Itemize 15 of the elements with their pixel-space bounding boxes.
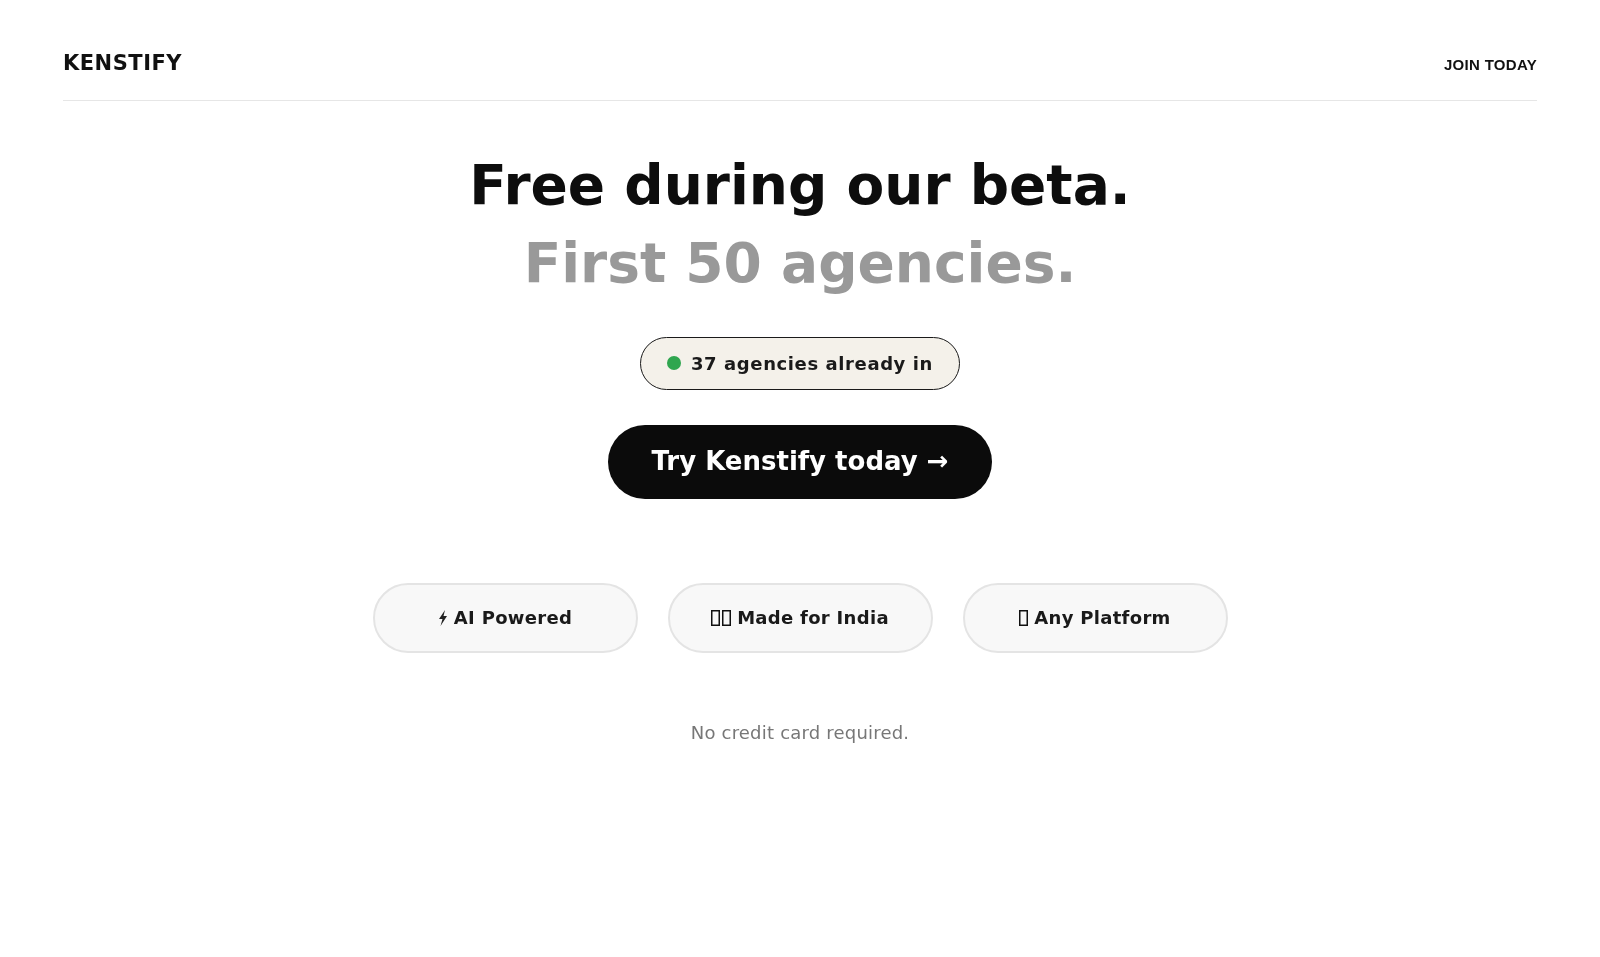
- missing-glyph-icon: [722, 609, 732, 626]
- badge-text: 37 agencies already in: [691, 351, 933, 376]
- lightning-bolt-icon: [437, 609, 448, 626]
- feature-label: Made for India: [737, 606, 889, 630]
- join-today-link[interactable]: JOIN TODAY: [1443, 54, 1537, 77]
- hero-title: Free during our beta.: [469, 152, 1131, 217]
- no-credit-card-note: No credit card required.: [690, 720, 910, 745]
- feature-label: AI Powered: [453, 606, 573, 630]
- hero-subtitle: First 50 agencies.: [523, 230, 1077, 295]
- try-kenstify-button[interactable]: Try Kenstify today →: [608, 424, 992, 499]
- missing-glyph-icon: [1019, 609, 1029, 626]
- brand-logo[interactable]: KENSTIFY: [63, 50, 182, 77]
- feature-label: Any Platform: [1034, 606, 1171, 630]
- status-dot-icon: [667, 356, 681, 370]
- missing-glyph-icon: [711, 609, 721, 626]
